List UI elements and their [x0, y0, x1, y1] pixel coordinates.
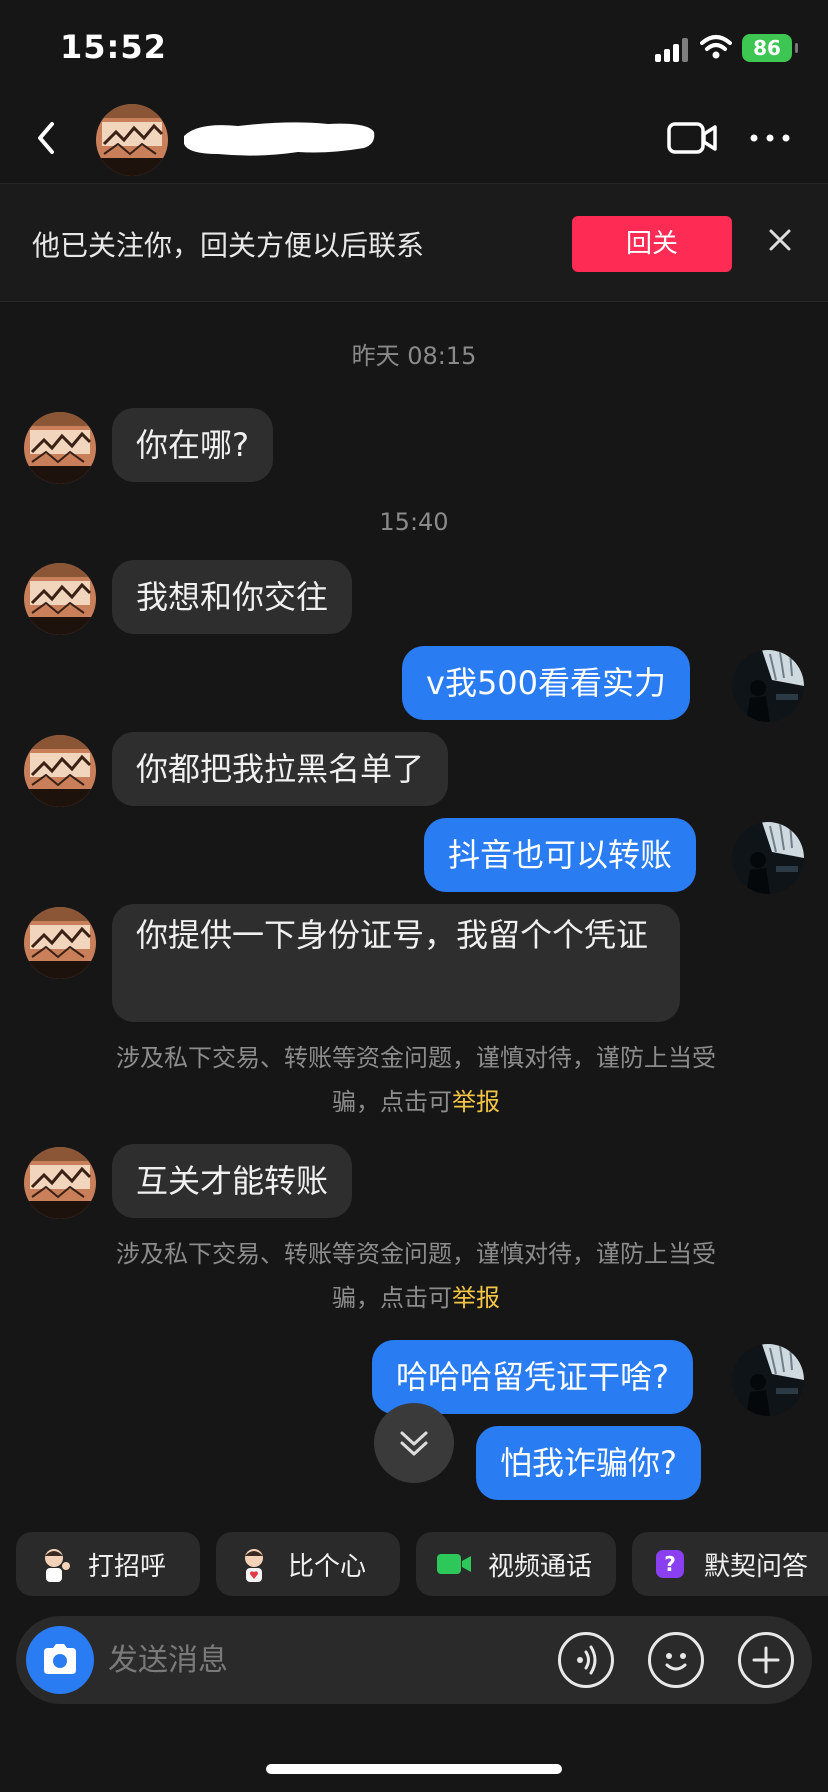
safety-warning: 涉及私下交易、转账等资金问题，谨慎对待，谨防上当受 骗，点击可举报 — [96, 1036, 736, 1124]
message-bubble-received[interactable]: 互关才能转账 — [112, 1144, 353, 1218]
more-plus-button[interactable] — [738, 1632, 794, 1688]
message-bubble-sent[interactable]: 抖音也可以转账 — [424, 818, 697, 892]
wifi-icon — [700, 35, 732, 59]
cellular-signal-icon — [655, 38, 689, 62]
message-input[interactable] — [108, 1632, 548, 1688]
report-link[interactable]: 举报 — [452, 1284, 500, 1312]
question-icon: ? — [650, 1544, 690, 1584]
battery-indicator: 86 — [742, 34, 798, 62]
heart-avatar-icon — [234, 1544, 274, 1584]
follow-back-banner: 他已关注你，回关方便以后联系 回关 — [0, 184, 828, 302]
message-bubble-received[interactable]: 我想和你交往 — [112, 560, 353, 634]
chat-header — [0, 92, 828, 184]
contact-avatar[interactable] — [24, 412, 96, 484]
more-options-icon[interactable] — [748, 118, 792, 158]
contact-avatar[interactable] — [24, 1147, 96, 1219]
voice-wave-icon — [577, 1645, 597, 1675]
report-link[interactable]: 举报 — [452, 1088, 500, 1116]
contact-avatar[interactable] — [24, 563, 96, 635]
quick-reply-video-call[interactable]: 视频通话 — [416, 1532, 616, 1596]
video-call-icon[interactable] — [666, 118, 718, 158]
quick-reply-label: 打招呼 — [88, 1551, 167, 1582]
quick-reply-label: 比个心 — [288, 1551, 367, 1582]
scroll-to-bottom-button[interactable] — [374, 1403, 454, 1483]
message-composer — [16, 1616, 812, 1704]
contact-avatar[interactable] — [24, 907, 96, 979]
quick-reply-label: 默契问答 — [704, 1551, 809, 1582]
safety-warning: 涉及私下交易、转账等资金问题，谨慎对待，谨防上当受 骗，点击可举报 — [96, 1232, 736, 1320]
message-bubble-received[interactable]: 你在哪? — [112, 408, 273, 482]
timestamp: 昨天 08:15 — [351, 342, 477, 370]
close-icon[interactable] — [764, 224, 796, 256]
my-avatar[interactable] — [732, 1344, 804, 1416]
follow-back-button[interactable]: 回关 — [572, 216, 732, 272]
quick-reply-label: 视频通话 — [488, 1551, 593, 1582]
camera-button[interactable] — [26, 1626, 94, 1694]
my-avatar[interactable] — [732, 650, 804, 722]
message-bubble-received[interactable]: 你提供一下身份证号，我留个个凭证 — [112, 904, 680, 1022]
quick-reply-wave[interactable]: 打招呼 — [16, 1532, 200, 1596]
follow-banner-text: 他已关注你，回关方便以后联系 — [32, 229, 425, 262]
quick-reply-bar: 打招呼 比个心 视频通话 ? 默契问答 — [0, 1532, 828, 1596]
timestamp: 15:40 — [379, 508, 449, 536]
warning-text: 涉及私下交易、转账等资金问题，谨慎对待，谨防上当受 — [116, 1044, 716, 1072]
status-time: 15:52 — [60, 28, 167, 66]
camera-icon — [44, 1644, 76, 1674]
plus-icon — [752, 1646, 780, 1674]
message-bubble-sent[interactable]: 怕我诈骗你? — [476, 1426, 701, 1500]
back-arrow-icon[interactable] — [28, 118, 68, 158]
warning-text: 骗，点击可 — [332, 1088, 452, 1116]
smile-icon — [665, 1653, 687, 1671]
contact-avatar[interactable] — [96, 104, 168, 176]
voice-button[interactable] — [558, 1632, 614, 1688]
my-avatar[interactable] — [732, 822, 804, 894]
video-call-icon — [434, 1544, 474, 1584]
home-indicator — [266, 1764, 562, 1774]
contact-avatar[interactable] — [24, 735, 96, 807]
quick-reply-quiz[interactable]: ? 默契问答 — [632, 1532, 828, 1596]
status-bar: 15:52 86 — [0, 0, 828, 92]
emoji-button[interactable] — [648, 1632, 704, 1688]
message-bubble-received[interactable]: 你都把我拉黑名单了 — [112, 732, 449, 806]
svg-text:?: ? — [664, 1552, 676, 1576]
quick-reply-heart[interactable]: 比个心 — [216, 1532, 400, 1596]
contact-name-redacted[interactable] — [178, 114, 378, 164]
double-chevron-down-icon — [400, 1431, 428, 1456]
message-bubble-sent[interactable]: v我500看看实力 — [402, 646, 691, 720]
wave-avatar-icon — [34, 1544, 74, 1584]
warning-text: 骗，点击可 — [332, 1284, 452, 1312]
warning-text: 涉及私下交易、转账等资金问题，谨慎对待，谨防上当受 — [116, 1240, 716, 1268]
